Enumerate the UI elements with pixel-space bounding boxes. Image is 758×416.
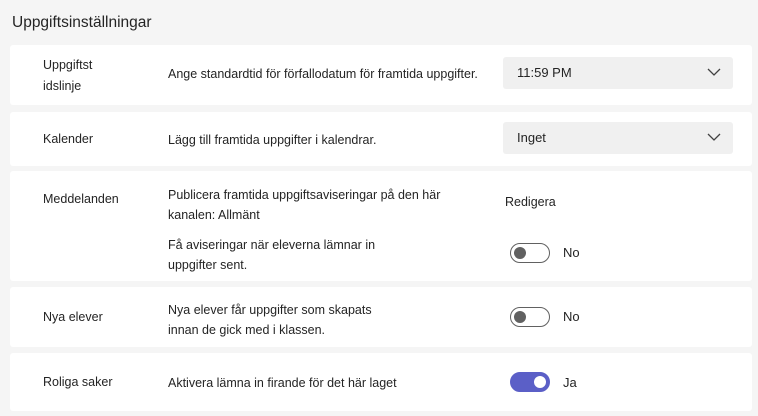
timeline-description: Ange standardtid för förfallodatum för f… <box>168 67 478 81</box>
publish-line1: Publicera framtida uppgiftsaviseringar p… <box>168 188 441 202</box>
late-toggle-state: No <box>563 245 580 260</box>
calendar-dropdown[interactable]: Inget <box>503 122 733 154</box>
late-line1: Få aviseringar när eleverna lämnar in <box>168 238 376 252</box>
toggle-knob <box>534 375 546 388</box>
notifications-label: Meddelanden <box>43 192 119 206</box>
timeline-label-line2: idslinje <box>43 79 82 93</box>
new-students-card: Nya elever Nya elever får uppgifter som … <box>10 287 752 347</box>
calendar-label: Kalender <box>43 132 94 146</box>
due-time-dropdown[interactable]: 11:59 PM <box>503 57 733 89</box>
timeline-label: Uppgiftst idslinje <box>43 55 92 97</box>
new-students-toggle[interactable] <box>510 307 550 327</box>
celebration-toggle-state: Ja <box>563 375 577 390</box>
due-time-value: 11:59 PM <box>517 65 572 80</box>
page-title: Uppgiftsinställningar <box>12 14 152 31</box>
celebration-toggle[interactable] <box>510 372 550 392</box>
calendar-value: Inget <box>517 130 546 145</box>
fun-stuff-description: Aktivera lämna in firande för det här la… <box>168 376 397 390</box>
new-students-line2: innan de gick med i klassen. <box>168 323 326 337</box>
late-notifications-toggle[interactable] <box>510 243 550 263</box>
calendar-card: Kalender Lägg till framtida uppgifter i … <box>10 112 752 166</box>
late-description: Få aviseringar när eleverna lämnar in up… <box>168 235 375 275</box>
chevron-down-icon <box>707 133 721 141</box>
edit-link[interactable]: Redigera <box>505 195 556 209</box>
chevron-down-icon <box>707 68 721 76</box>
fun-stuff-card: Roliga saker Aktivera lämna in firande f… <box>10 353 752 411</box>
calendar-description: Lägg till framtida uppgifter i kalendrar… <box>168 133 377 147</box>
toggle-knob <box>514 310 526 323</box>
fun-stuff-label: Roliga saker <box>43 375 113 389</box>
publish-line2: kanalen: Allmänt <box>168 208 260 222</box>
notifications-card: Meddelanden Publicera framtida uppgiftsa… <box>10 171 752 281</box>
new-students-label: Nya elever <box>43 310 103 324</box>
new-students-toggle-state: No <box>563 309 580 324</box>
late-line2: uppgifter sent. <box>168 258 248 272</box>
new-students-line1: Nya elever får uppgifter som skapats <box>168 303 372 317</box>
timeline-label-line1: Uppgiftst <box>43 58 93 72</box>
toggle-knob <box>514 246 526 259</box>
new-students-description: Nya elever får uppgifter som skapats inn… <box>168 300 372 340</box>
publish-description: Publicera framtida uppgiftsaviseringar p… <box>168 185 440 225</box>
timeline-card: Uppgiftst idslinje Ange standardtid för … <box>10 45 752 105</box>
